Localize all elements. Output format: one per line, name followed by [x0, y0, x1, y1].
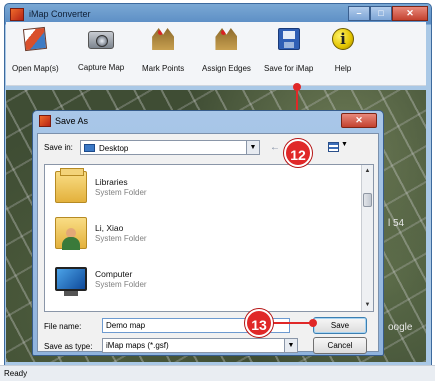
item-type: System Folder: [95, 280, 147, 289]
item-name: Li, Xiao: [95, 223, 124, 233]
item-name: Computer: [95, 269, 133, 279]
callout-12-badge: 12: [284, 139, 312, 167]
save-button[interactable]: Save: [313, 317, 367, 334]
scroll-thumb[interactable]: [363, 193, 372, 207]
vertical-scrollbar[interactable]: ▲ ▼: [361, 165, 373, 311]
libraries-folder-icon: [55, 168, 87, 203]
close-button[interactable]: ✕: [392, 6, 428, 21]
list-item[interactable]: Computer System Folder: [55, 261, 255, 301]
window-controls: – □ ✕: [348, 6, 428, 21]
list-item[interactable]: Li, Xiao System Folder: [55, 215, 255, 255]
save-in-value: Desktop: [99, 144, 129, 153]
dialog-body: Save in: Desktop ▼ ← ▼ Libraries System …: [37, 133, 379, 354]
save-for-imap-label: Save for iMap: [264, 64, 314, 73]
dialog-title-bar: Save As ✕: [33, 111, 383, 133]
assign-edges-label: Assign Edges: [202, 64, 251, 73]
item-name: Libraries: [95, 177, 128, 187]
camera-icon: [88, 31, 115, 49]
mark-points-button[interactable]: Mark Points: [142, 28, 184, 73]
capture-map-label: Capture Map: [78, 63, 125, 72]
desktop-icon: [84, 144, 95, 152]
file-name-label: File name:: [44, 322, 82, 331]
open-maps-label: Open Map(s): [12, 64, 59, 73]
scroll-down-icon[interactable]: ▼: [362, 299, 373, 311]
view-menu-button[interactable]: ▼: [328, 141, 348, 154]
assign-edges-button[interactable]: Assign Edges: [202, 28, 251, 73]
scroll-up-icon[interactable]: ▲: [362, 165, 373, 177]
help-button[interactable]: i Help: [332, 28, 354, 73]
save-in-dropdown[interactable]: Desktop ▼: [80, 140, 260, 155]
mark-points-label: Mark Points: [142, 64, 185, 73]
save-type-dropdown[interactable]: iMap maps (*.gsf) ▼: [102, 338, 298, 353]
status-bar: Ready: [0, 365, 435, 381]
save-type-label: Save as type:: [44, 342, 93, 351]
app-icon: [10, 8, 24, 21]
map-watermark: oogle: [388, 322, 413, 333]
help-label: Help: [334, 64, 352, 73]
callout-13-connector: [272, 319, 317, 327]
save-in-label: Save in:: [44, 143, 73, 152]
user-folder-icon: [55, 217, 87, 250]
view-dropdown-icon: ▼: [341, 141, 348, 148]
mark-points-icon: [152, 28, 175, 50]
back-arrow-icon[interactable]: ←: [270, 142, 280, 153]
open-maps-icon: [23, 26, 48, 52]
capture-map-button[interactable]: Capture Map: [78, 28, 124, 72]
callout-13-badge: 13: [245, 309, 273, 337]
status-text: Ready: [4, 369, 28, 378]
list-item[interactable]: Libraries System Folder: [55, 168, 255, 209]
open-maps-button[interactable]: Open Map(s): [12, 26, 59, 73]
maximize-button[interactable]: □: [370, 6, 392, 21]
map-label: l 54: [388, 218, 405, 229]
item-type: System Folder: [95, 234, 147, 243]
save-type-value: iMap maps (*.gsf): [106, 341, 169, 350]
save-for-imap-button[interactable]: Save for iMap: [264, 28, 313, 73]
computer-icon: [55, 267, 87, 296]
file-list[interactable]: Libraries System Folder Li, Xiao System …: [44, 164, 374, 312]
dialog-close-button[interactable]: ✕: [341, 113, 377, 128]
chevron-down-icon[interactable]: ▼: [246, 141, 259, 154]
view-icon: [328, 142, 339, 152]
save-as-dialog: Save As ✕ Save in: Desktop ▼ ← ▼ Librari…: [32, 110, 384, 356]
cancel-button[interactable]: Cancel: [313, 337, 367, 354]
help-icon: i: [332, 28, 354, 50]
save-icon: [277, 28, 300, 50]
item-type: System Folder: [95, 188, 147, 197]
dialog-title: Save As: [55, 116, 89, 126]
toolbar: Open Map(s) Capture Map Mark Points Assi…: [6, 22, 426, 86]
dialog-app-icon: [39, 115, 51, 127]
assign-edges-icon: [215, 28, 238, 50]
chevron-down-icon[interactable]: ▼: [284, 339, 297, 352]
window-title: iMap Converter: [29, 9, 91, 19]
minimize-button[interactable]: –: [348, 6, 370, 21]
